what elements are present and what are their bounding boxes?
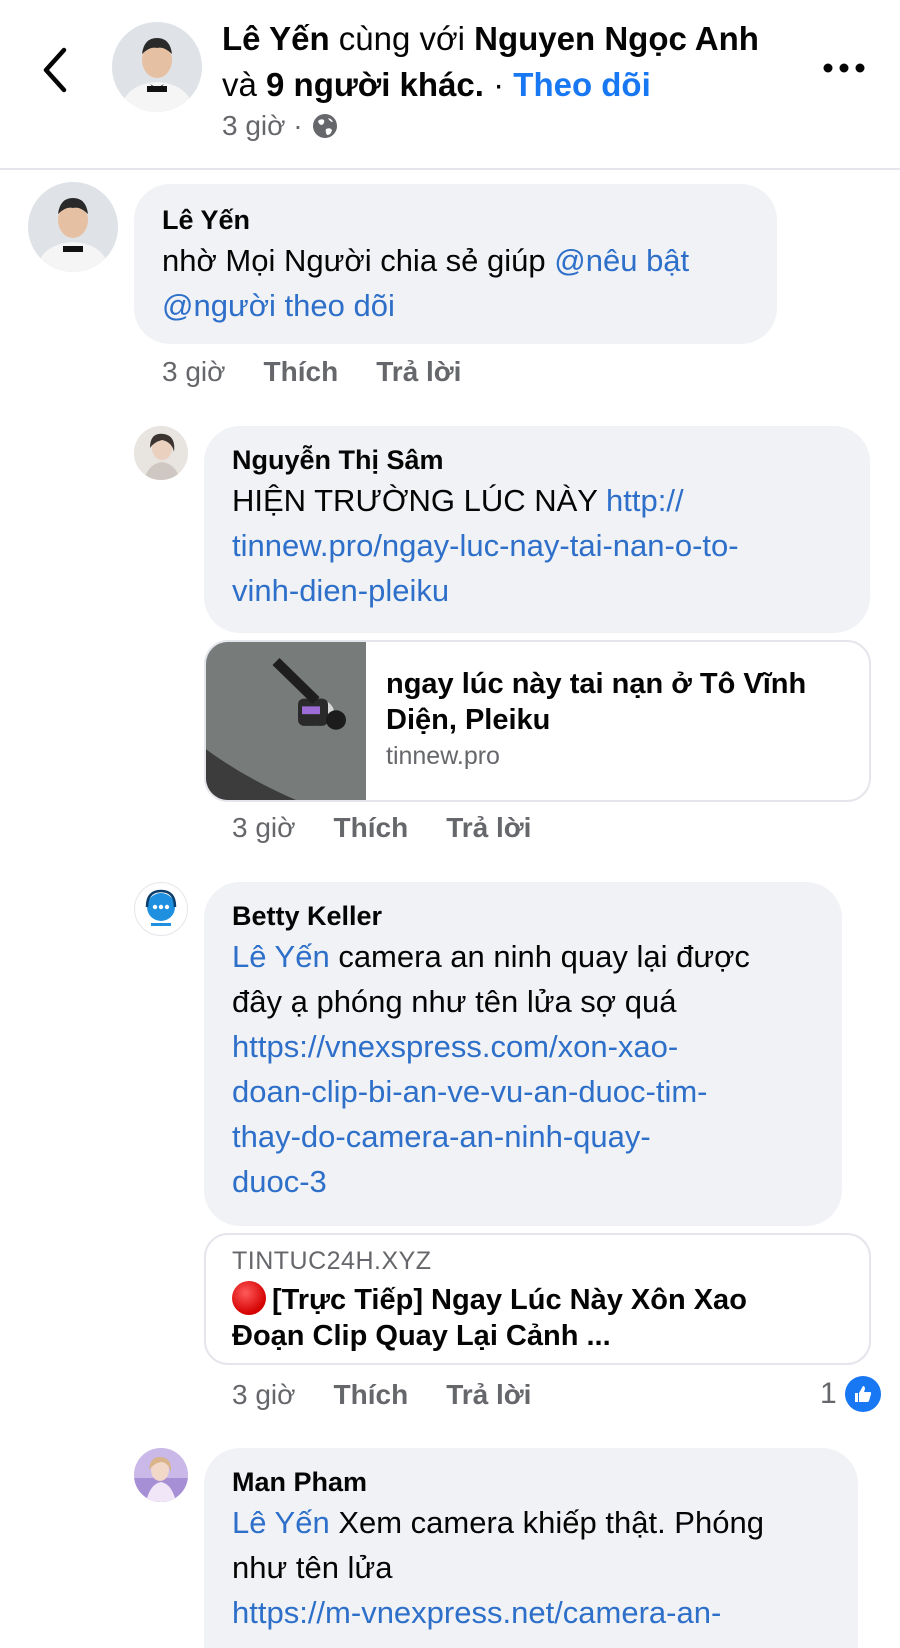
- comment-bubble: Lê Yến nhờ Mọi Người chia sẻ giúp @nêu b…: [134, 184, 777, 344]
- comment-link[interactable]: duoc-3: [232, 1164, 327, 1199]
- post-title: Lê Yến cùng với Nguyen Ngọc Anh và 9 ngư…: [222, 20, 759, 103]
- commenter-avatar[interactable]: [134, 1448, 188, 1502]
- author-avatar[interactable]: [112, 22, 202, 112]
- comment-link[interactable]: https://vnexspress.com/xon-xao-: [232, 1029, 678, 1064]
- comment-bubble: Nguyễn Thị Sâm HIỆN TRƯỜNG LÚC NÀY http:…: [204, 426, 870, 633]
- others-link[interactable]: 9 người khác.: [266, 66, 484, 103]
- comment-author[interactable]: Betty Keller: [232, 898, 814, 934]
- red-circle-icon: [232, 1281, 266, 1315]
- reaction-count: 1: [820, 1377, 837, 1410]
- mention-link[interactable]: @người theo dõi: [162, 288, 395, 323]
- comment-link[interactable]: https://m-vnexpress.net/camera-an-: [232, 1595, 721, 1630]
- comment-text: nhờ Mọi Người chia sẻ giúp @nêu bật @ngư…: [162, 243, 690, 323]
- comment-time: 3 giờ: [162, 356, 226, 387]
- follow-button[interactable]: Theo dõi: [513, 66, 650, 103]
- comment-text: Lê Yến camera an ninh quay lại được đây …: [232, 939, 750, 1199]
- link-preview-card[interactable]: ngay lúc này tai nạn ở Tô Vĩnh Diện, Ple…: [204, 640, 871, 802]
- commenter-avatar[interactable]: [134, 426, 188, 480]
- comment-author[interactable]: Lê Yến: [162, 202, 749, 238]
- like-button[interactable]: Thích: [264, 356, 339, 388]
- link-preview-card[interactable]: TINTUC24H.XYZ [Trực Tiếp] Ngay Lúc Này X…: [204, 1233, 871, 1365]
- like-button[interactable]: Thích: [334, 812, 409, 844]
- comment-link[interactable]: http://: [606, 483, 684, 518]
- preview-domain: TINTUC24H.XYZ: [232, 1247, 432, 1275]
- preview-title: [Trực Tiếp] Ngay Lúc Này Xôn Xao Đoạn Cl…: [232, 1281, 849, 1354]
- like-button[interactable]: Thích: [334, 1379, 409, 1411]
- commenter-avatar[interactable]: [28, 182, 118, 272]
- comment-time: 3 giờ: [232, 812, 296, 843]
- mention-link[interactable]: Lê Yến: [232, 939, 330, 974]
- comment-bubble: Man Pham Lê Yến Xem camera khiếp thật. P…: [204, 1448, 858, 1648]
- reply-button[interactable]: Trả lời: [446, 812, 531, 844]
- comment-link[interactable]: doan-clip-bi-an-ve-vu-an-duoc-tim-: [232, 1074, 708, 1109]
- preview-title: ngay lúc này tai nạn ở Tô Vĩnh Diện, Ple…: [386, 668, 807, 736]
- comment-link[interactable]: tinnew.pro/ngay-luc-nay-tai-nan-o-to-: [232, 528, 739, 563]
- reaction-summary[interactable]: 1: [820, 1376, 881, 1412]
- comment-actions: 3 giờ Thích Trả lời: [162, 356, 461, 388]
- comment-time: 3 giờ: [232, 1379, 296, 1410]
- more-options-icon[interactable]: [820, 52, 868, 84]
- preview-domain: tinnew.pro: [386, 742, 500, 770]
- comment-text: Lê Yến Xem camera khiếp thật. Phóng như …: [232, 1505, 764, 1630]
- back-arrow-icon[interactable]: [36, 44, 76, 96]
- post-meta: 3 giờ ·: [222, 110, 339, 142]
- reply-button[interactable]: Trả lời: [446, 1379, 531, 1411]
- commenter-avatar[interactable]: [134, 882, 188, 936]
- comment-link[interactable]: thay-do-camera-an-ninh-quay-: [232, 1119, 651, 1154]
- comment-author[interactable]: Nguyễn Thị Sâm: [232, 442, 842, 478]
- mention-link[interactable]: Lê Yến: [232, 1505, 330, 1540]
- comment-author[interactable]: Man Pham: [232, 1464, 830, 1500]
- author-name[interactable]: Lê Yến: [222, 20, 330, 57]
- comment-actions: 3 giờ Thích Trả lời: [232, 1379, 531, 1411]
- mention-link[interactable]: @nêu bật: [554, 243, 689, 278]
- comment-text: HIỆN TRƯỜNG LÚC NÀY http:// tinnew.pro/n…: [232, 483, 739, 608]
- post-header: Lê Yến cùng với Nguyen Ngọc Anh và 9 ngư…: [0, 0, 900, 170]
- comment-link[interactable]: vinh-dien-pleiku: [232, 573, 449, 608]
- comment-actions: 3 giờ Thích Trả lời: [232, 812, 531, 844]
- tagged-user[interactable]: Nguyen Ngọc Anh: [474, 20, 759, 57]
- thumbs-up-icon: [844, 1376, 881, 1412]
- reply-button[interactable]: Trả lời: [376, 356, 461, 388]
- preview-thumbnail: [206, 642, 366, 800]
- post-time: 3 giờ ·: [222, 110, 303, 141]
- globe-icon: [312, 114, 337, 138]
- comment-bubble: Betty Keller Lê Yến camera an ninh quay …: [204, 882, 842, 1226]
